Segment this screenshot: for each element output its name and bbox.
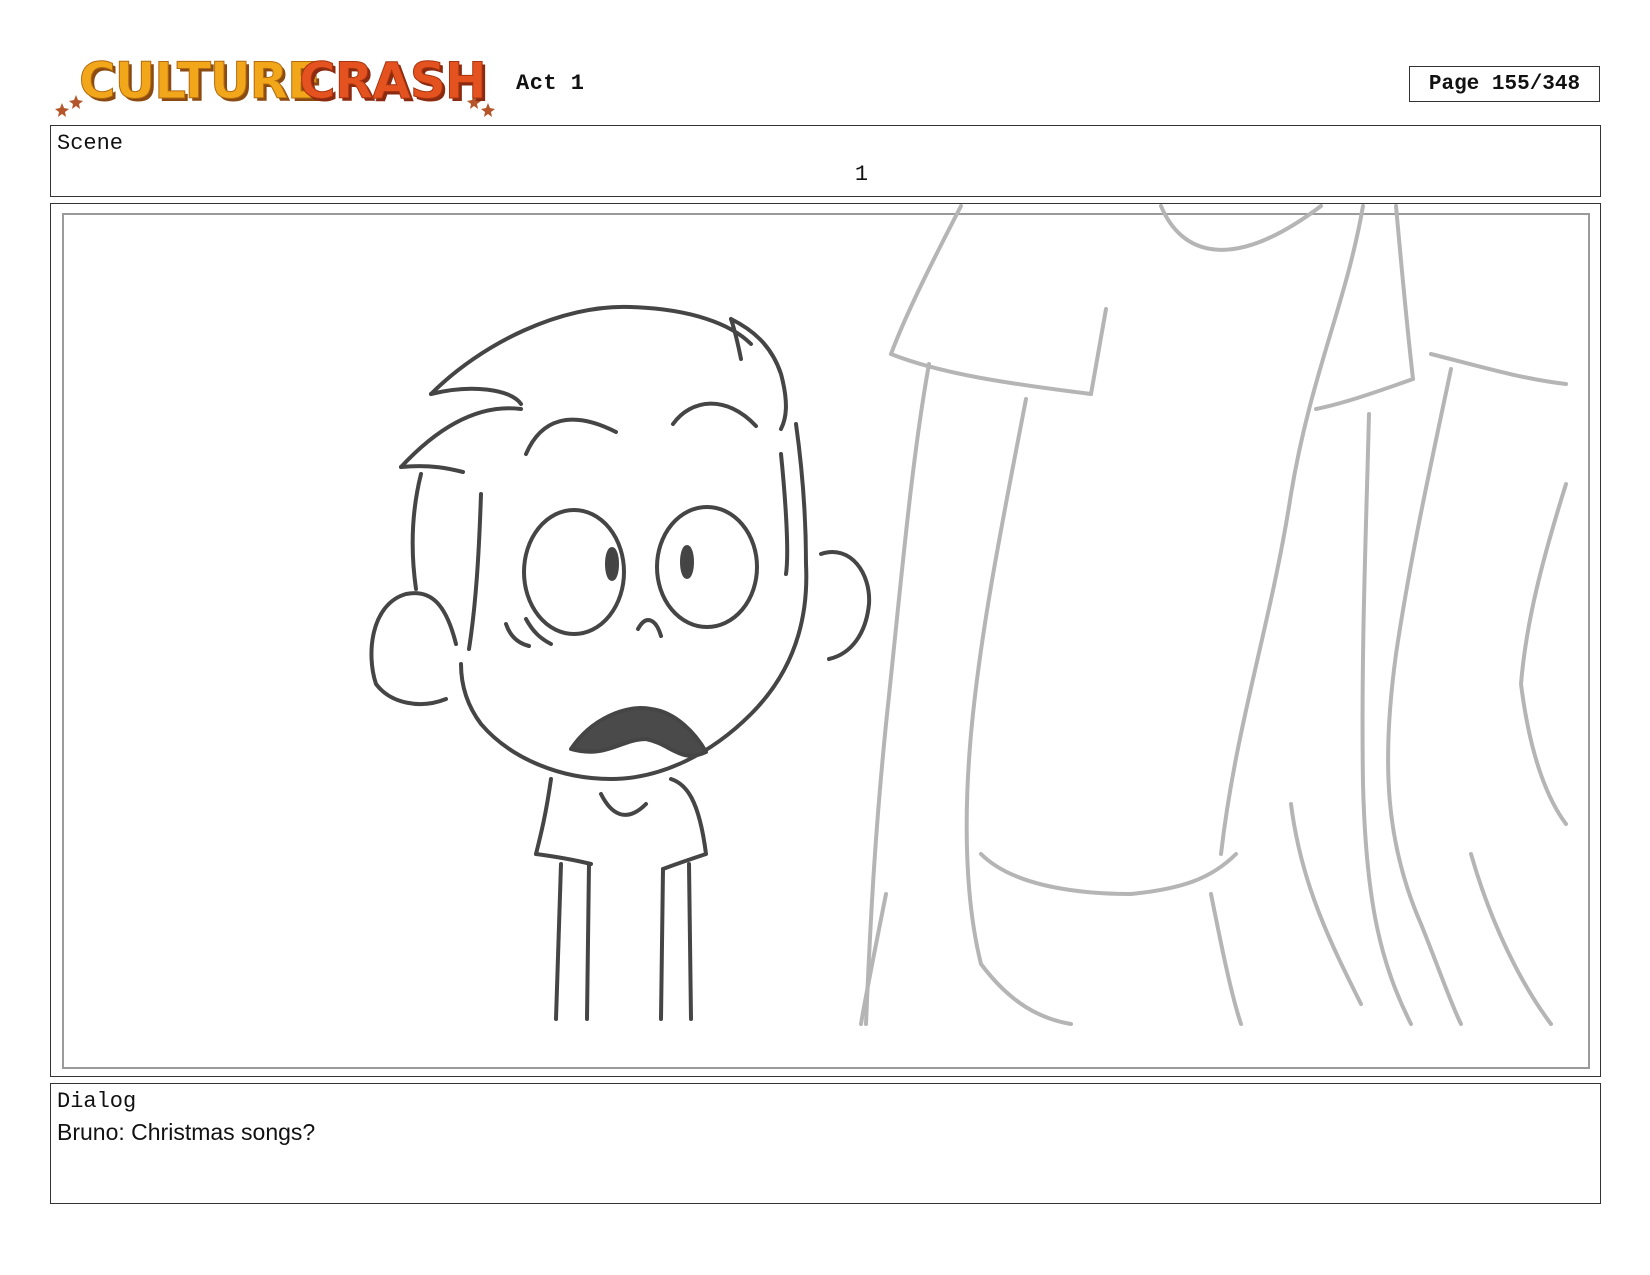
scene-label: Scene xyxy=(57,131,124,156)
culture-crash-logo: CULTURE CULTURE CRASH CRASH xyxy=(52,48,502,120)
sketch-drawing xyxy=(369,204,1568,1026)
dialog-text: Bruno: Christmas songs? xyxy=(57,1119,316,1145)
dialog-label: Dialog xyxy=(57,1089,137,1114)
scene-number: 1 xyxy=(854,162,869,187)
page-counter: Page 155/348 xyxy=(1409,66,1600,102)
svg-text:CRASH: CRASH xyxy=(299,52,486,110)
dialog-field: Dialog Bruno: Christmas songs? xyxy=(50,1083,1601,1204)
page-header: CULTURE CULTURE CRASH CRASH Act 1 Page 1… xyxy=(0,0,1650,125)
storyboard-panel xyxy=(50,203,1601,1077)
act-label: Act 1 xyxy=(516,71,585,96)
scene-field: Scene 1 xyxy=(50,125,1601,197)
svg-text:CULTURE: CULTURE xyxy=(79,52,320,110)
